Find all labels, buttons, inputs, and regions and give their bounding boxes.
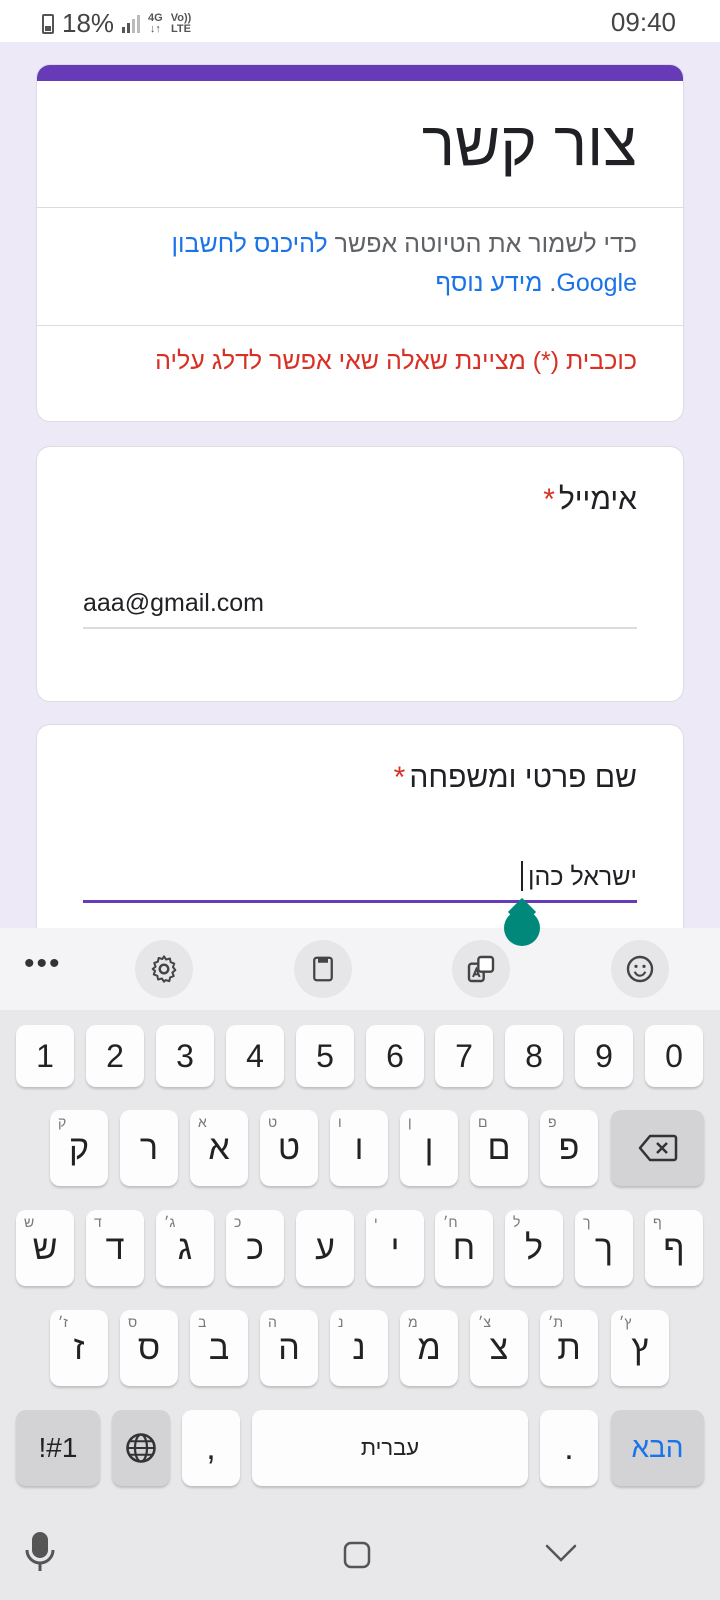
key-mem[interactable]: ממ: [400, 1310, 458, 1386]
required-star: *: [543, 483, 555, 516]
question-label: אימייל: [558, 483, 637, 516]
form-title: צור קשר: [421, 110, 637, 179]
save-draft-info: כדי לשמור את הטיוטה אפשר להיכנס לחשבון G…: [117, 225, 638, 303]
full-name-field[interactable]: ישראל כהן: [528, 863, 637, 892]
info-text-mid: .: [542, 269, 557, 297]
battery-icon: [42, 13, 54, 34]
clock: 09:40: [610, 7, 676, 37]
next-key[interactable]: הבא: [611, 1410, 704, 1486]
key-mem-sofit[interactable]: םם: [470, 1110, 528, 1186]
key-5[interactable]: 5: [296, 1025, 354, 1087]
key-het[interactable]: ח׳ ח: [435, 1210, 493, 1286]
status-bar: 18% 4G ↓↑ Vo)) LTE 09:40: [0, 0, 720, 42]
key-2[interactable]: 2: [86, 1025, 144, 1087]
language-globe-icon[interactable]: [112, 1410, 170, 1486]
question-label: שם פרטי ומשפחה: [409, 761, 637, 794]
microphone-icon[interactable]: [24, 1530, 56, 1579]
signal-icon: [122, 14, 141, 33]
key-tsadi[interactable]: צ׳ צ: [470, 1310, 528, 1386]
comma-key[interactable]: ,: [182, 1410, 240, 1486]
symbols-key[interactable]: !#1: [16, 1410, 100, 1486]
translate-icon[interactable]: [452, 940, 510, 998]
hide-keyboard-chevron-down-icon[interactable]: [544, 1542, 578, 1569]
status-left: 18% 4G ↓↑ Vo)) LTE: [42, 8, 191, 39]
text-cursor: [521, 861, 523, 891]
key-6[interactable]: 6: [366, 1025, 424, 1087]
required-star: *: [393, 761, 406, 794]
key-vav[interactable]: וו: [330, 1110, 388, 1186]
key-kaf[interactable]: ככ: [226, 1210, 284, 1286]
key-8[interactable]: 8: [505, 1025, 563, 1087]
text-cursor-handle[interactable]: [504, 910, 540, 946]
email-field[interactable]: aaa@gmail.com: [83, 589, 264, 618]
key-kaf-sofit[interactable]: ךך: [575, 1210, 633, 1286]
key-9[interactable]: 9: [575, 1025, 633, 1087]
key-nun[interactable]: ננ: [330, 1310, 388, 1386]
space-key[interactable]: עברית: [252, 1410, 528, 1486]
home-icon[interactable]: [342, 1540, 372, 1575]
key-tav[interactable]: ת׳ ת: [540, 1310, 598, 1386]
key-pe-sofit[interactable]: ףף: [645, 1210, 703, 1286]
divider: [37, 325, 683, 326]
form-header-card: צור קשר כדי לשמור את הטיוטה אפשר להיכנס …: [36, 64, 684, 422]
key-zayin[interactable]: ז׳ ז: [50, 1310, 108, 1386]
field-underline: [83, 627, 637, 629]
key-pe[interactable]: פפ: [540, 1110, 598, 1186]
required-note: כוכבית (*) מציינת שאלה שאי אפשר לדלג עלי…: [155, 347, 637, 375]
key-ayin[interactable]: ע: [296, 1210, 354, 1286]
battery-level: 18%: [62, 8, 115, 38]
learn-more-link[interactable]: מידע נוסף: [435, 269, 542, 297]
keyboard-toolbar: •••: [0, 928, 720, 1010]
more-options-icon[interactable]: •••: [24, 949, 62, 979]
backspace-key[interactable]: [611, 1110, 704, 1186]
question-title: אימייל*: [543, 483, 637, 517]
key-shin[interactable]: שש: [16, 1210, 74, 1286]
key-3[interactable]: 3: [156, 1025, 214, 1087]
clipboard-icon[interactable]: [294, 940, 352, 998]
key-dalet[interactable]: דד: [86, 1210, 144, 1286]
question-card-email: אימייל* aaa@gmail.com: [36, 446, 684, 702]
info-text-prefix: כדי לשמור את הטיוטה אפשר: [327, 230, 637, 258]
key-bet[interactable]: בב: [190, 1310, 248, 1386]
network-type: 4G ↓↑: [148, 11, 163, 35]
accent-bar: [37, 65, 683, 81]
key-alef[interactable]: אא: [190, 1110, 248, 1186]
key-7[interactable]: 7: [435, 1025, 493, 1087]
key-yod[interactable]: יי: [366, 1210, 424, 1286]
key-gimel[interactable]: ג׳ ג: [156, 1210, 214, 1286]
period-key[interactable]: .: [540, 1410, 598, 1486]
emoji-icon[interactable]: [611, 940, 669, 998]
backspace-icon: [638, 1134, 677, 1162]
key-tet[interactable]: טט: [260, 1110, 318, 1186]
settings-gear-icon[interactable]: [135, 940, 193, 998]
key-0[interactable]: 0: [645, 1025, 703, 1087]
key-4[interactable]: 4: [226, 1025, 284, 1087]
key-1[interactable]: 1: [16, 1025, 74, 1087]
volte-indicator: Vo)) LTE: [170, 11, 192, 35]
keyboard: ••• 1 2 3 4 5 6 7 8 9 0 קק ר אא טט וו ןן…: [0, 928, 720, 1600]
question-title: שם פרטי ומשפחה*: [394, 761, 637, 795]
key-resh[interactable]: ר: [120, 1110, 178, 1186]
divider: [37, 207, 683, 208]
key-qof[interactable]: קק: [50, 1110, 108, 1186]
key-nun-sofit[interactable]: ןן: [400, 1110, 458, 1186]
key-lamed[interactable]: לל: [505, 1210, 563, 1286]
key-he[interactable]: הה: [260, 1310, 318, 1386]
key-tsadi-sofit[interactable]: ץ׳ ץ: [611, 1310, 669, 1386]
key-samekh[interactable]: סס: [120, 1310, 178, 1386]
field-underline-active: [83, 900, 637, 903]
